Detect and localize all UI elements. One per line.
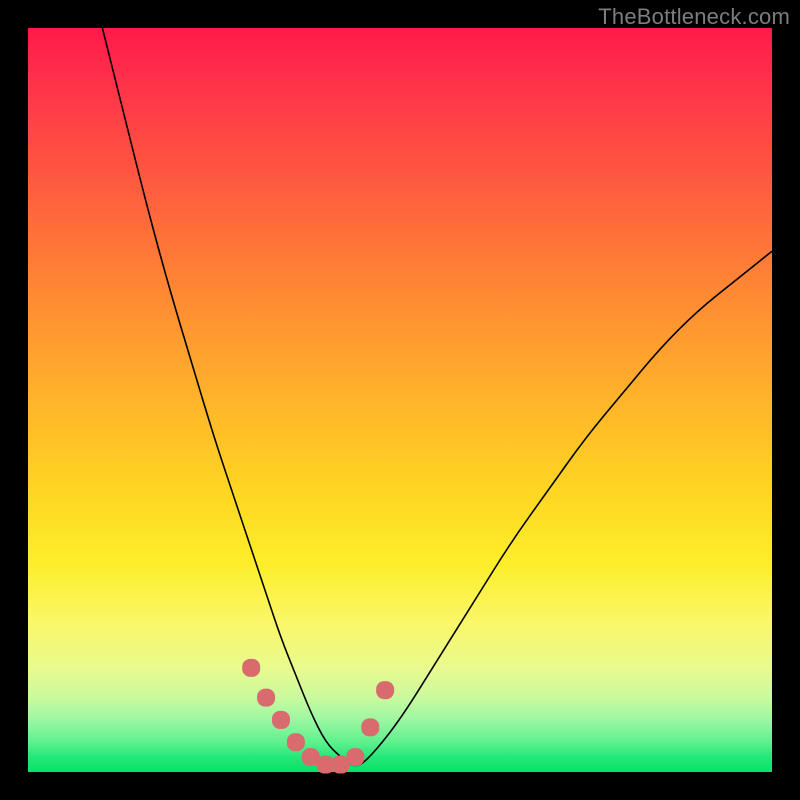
curve-marker (346, 748, 364, 766)
curve-marker (242, 659, 260, 677)
curve-svg (28, 28, 772, 772)
curve-marker (361, 718, 379, 736)
marker-group (242, 659, 394, 774)
curve-marker (257, 689, 275, 707)
plot-area (28, 28, 772, 772)
curve-marker (287, 733, 305, 751)
curve-marker (272, 711, 290, 729)
chart-frame: TheBottleneck.com (0, 0, 800, 800)
watermark-text: TheBottleneck.com (598, 4, 790, 30)
bottleneck-curve-path (102, 28, 772, 765)
curve-marker (376, 681, 394, 699)
